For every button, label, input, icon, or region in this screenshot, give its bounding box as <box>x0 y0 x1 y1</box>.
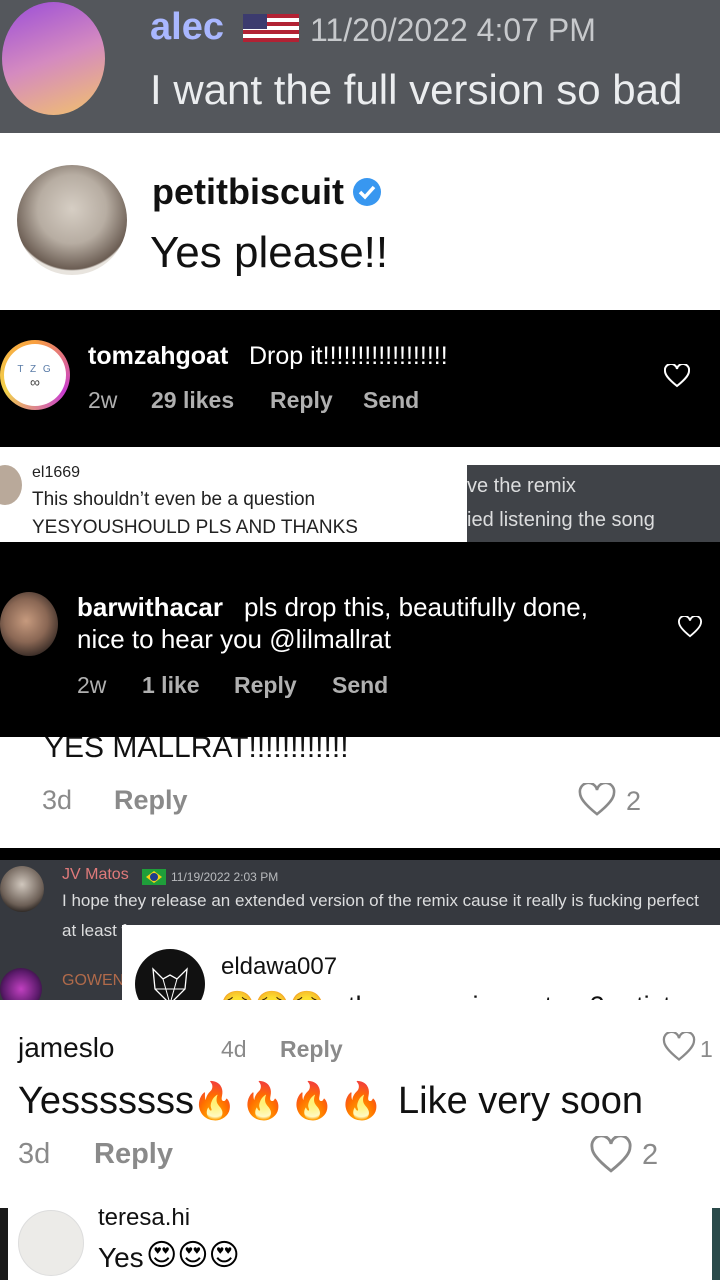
comment-text-tail: Like very soon <box>398 1080 644 1122</box>
right-edge-strip <box>712 1208 720 1280</box>
avatar[interactable] <box>2 2 105 115</box>
comment-barwithacar: barwithacar pls drop this, beautifully d… <box>0 542 720 737</box>
avatar[interactable] <box>0 592 58 656</box>
comment-time: 3d <box>42 785 73 815</box>
eldawa-likes-count: 1 <box>700 1036 713 1062</box>
reply-button[interactable]: Reply <box>94 1138 173 1171</box>
reply-button[interactable]: Reply <box>234 672 297 699</box>
username-gowen[interactable]: GOWEN <box>62 972 124 990</box>
timestamp: 11/20/2022 4:07 PM <box>310 12 596 48</box>
avatar[interactable] <box>0 968 42 1000</box>
comment-text: Drop it!!!!!!!!!!!!!!!!!! <box>249 342 448 370</box>
comment-jameslo: jameslo 4d Reply 1 Yesssssss 🔥🔥🔥🔥 Like v… <box>0 1000 720 1208</box>
comment-tomzahgoat: T Z G ∞ tomzahgoat Drop it!!!!!!!!!!!!!!… <box>0 310 720 447</box>
heart-eyes-emojis: 😍😍😍 <box>146 1238 240 1273</box>
comment-text: YES MALLRAT!!!!!!!!!!!! <box>44 737 349 764</box>
fire-emojis: 🔥🔥🔥🔥 <box>192 1081 388 1122</box>
comment-text-2: nice to hear you @lilmallrat <box>77 624 391 654</box>
avatar[interactable]: T Z G ∞ <box>0 340 70 410</box>
username[interactable]: JV Matos <box>62 866 129 884</box>
avatar[interactable] <box>17 165 127 275</box>
heart-icon[interactable] <box>678 616 702 638</box>
message-text: Yes please!! <box>150 228 389 277</box>
discord-message-alec: alec 11/20/2022 4:07 PM I want the full … <box>0 0 720 133</box>
side-text-2: ied listening the song <box>467 509 655 531</box>
timestamp: 11/19/2022 2:03 PM <box>171 870 279 884</box>
side-text-1: ve the remix <box>467 475 576 497</box>
avatar[interactable] <box>0 866 44 912</box>
heart-icon[interactable] <box>590 1136 632 1174</box>
username[interactable]: el1669 <box>32 464 80 482</box>
left-edge-strip <box>0 1208 8 1280</box>
comment-yes-mallrat: YES MALLRAT!!!!!!!!!!!! 3d Reply 2 <box>0 737 720 848</box>
eldawa-reply-button[interactable]: Reply <box>280 1036 343 1063</box>
br-flag-icon <box>142 869 166 885</box>
likes-count: 2 <box>626 786 642 816</box>
heart-icon[interactable] <box>664 364 690 388</box>
username[interactable]: eldawa007 <box>221 953 337 981</box>
heart-icon[interactable] <box>662 1032 696 1062</box>
comment-el1669: el1669 This shouldn’t even be a question… <box>0 447 720 542</box>
separator <box>0 848 720 860</box>
likes-count[interactable]: 1 like <box>142 672 200 699</box>
eldawa-time: 4d <box>221 1036 247 1062</box>
send-button[interactable]: Send <box>332 672 388 699</box>
comment-time: 2w <box>88 387 118 413</box>
message-text-2: at least f <box>62 921 127 940</box>
username[interactable]: tomzahgoat <box>88 342 228 371</box>
comment-text: Yesssssss <box>18 1080 194 1122</box>
message-text: I hope they release an extended version … <box>62 891 699 910</box>
username[interactable]: petitbiscuit <box>152 171 344 213</box>
avatar[interactable] <box>18 1210 84 1276</box>
us-flag-icon <box>243 14 299 42</box>
heart-icon[interactable] <box>578 783 616 817</box>
comment-line-1: This shouldn’t even be a question <box>32 489 316 510</box>
username[interactable]: teresa.hi <box>98 1208 190 1232</box>
comment-petitbiscuit: petitbiscuit Yes please!! <box>0 133 720 310</box>
comment-teresa: teresa.hi Yes 😍😍😍 <box>0 1208 720 1280</box>
verified-badge-icon <box>352 177 382 212</box>
likes-count[interactable]: 29 likes <box>151 387 234 414</box>
username[interactable]: barwithacar <box>77 592 223 623</box>
reply-button[interactable]: Reply <box>114 785 188 816</box>
username[interactable]: alec <box>150 6 224 49</box>
username[interactable]: jameslo <box>18 1032 114 1064</box>
avatar[interactable] <box>0 465 22 505</box>
side-discord-strip: ve the remix ied listening the song <box>467 465 720 542</box>
send-button[interactable]: Send <box>363 387 419 414</box>
comment-time: 3d <box>18 1138 51 1170</box>
reply-button[interactable]: Reply <box>270 387 333 414</box>
comment-text: Yes <box>98 1242 144 1273</box>
comment-time: 2w <box>77 672 107 698</box>
comment-text-1: pls drop this, beautifully done, <box>244 592 588 622</box>
message-text: I want the full version so bad <box>150 66 683 113</box>
likes-count: 2 <box>642 1139 659 1171</box>
infinity-icon: ∞ <box>30 374 40 390</box>
comment-line-2: YESYOUSHOULD PLS AND THANKS <box>32 517 358 538</box>
